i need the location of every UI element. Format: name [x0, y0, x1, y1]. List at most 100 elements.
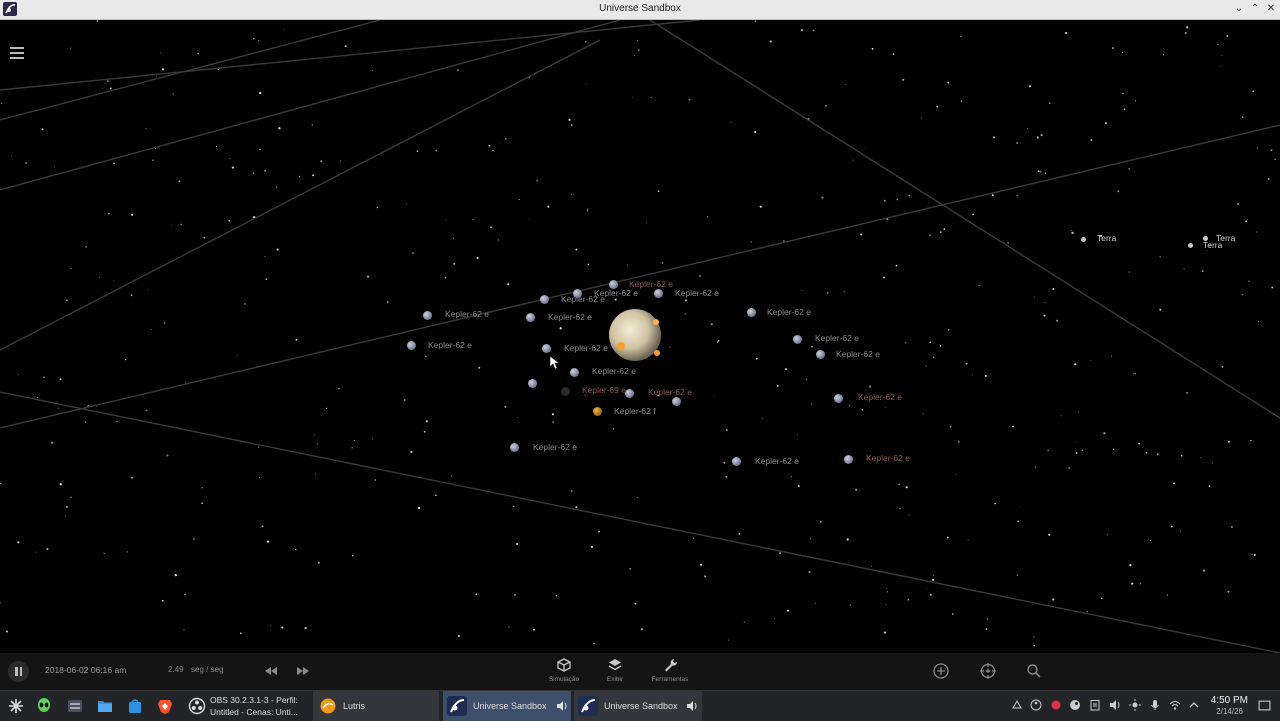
time-rate-value: 2.49	[168, 665, 184, 674]
planet-marker[interactable]	[407, 341, 416, 350]
planet-marker[interactable]	[542, 344, 551, 353]
planet-marker[interactable]	[528, 379, 537, 388]
planet-marker[interactable]	[561, 387, 570, 396]
pause-button[interactable]	[8, 661, 29, 682]
tool-label: Exibir	[590, 676, 640, 683]
planet-marker[interactable]	[423, 311, 432, 320]
planet-label[interactable]: Kepler-62 e	[648, 387, 692, 397]
planet-label[interactable]: Kepler-62 e	[767, 307, 811, 317]
planet-label[interactable]: Kepler-69 e	[582, 385, 626, 395]
planet-label[interactable]: Kepler-62 e	[815, 333, 859, 343]
planet-label[interactable]: Kepler-62 e	[836, 349, 880, 359]
fast-forward-icon[interactable]	[294, 662, 312, 680]
universe-sandbox-icon	[578, 696, 598, 716]
chevron-up-icon[interactable]	[1188, 699, 1200, 711]
planet-label[interactable]: Kepler-62 e	[428, 340, 472, 350]
tool-tools[interactable]: Ferramentas	[645, 657, 695, 683]
planet-marker[interactable]	[540, 295, 549, 304]
planet-label[interactable]: Kepler-62 e	[629, 279, 673, 289]
obs-icon	[188, 697, 206, 715]
planet-label[interactable]: Kepler-62 e	[564, 343, 608, 353]
planet-marker[interactable]	[834, 394, 843, 403]
window-title-bar: Universe Sandbox ⌄ ⌃ ✕	[0, 0, 1280, 20]
planet-label[interactable]: Terra	[1097, 233, 1116, 243]
chevron-up-icon[interactable]: ⌃	[1248, 2, 1262, 16]
brave-browser-icon[interactable]	[156, 697, 174, 715]
speaker-icon[interactable]	[686, 700, 698, 712]
layers-icon	[607, 657, 623, 673]
planet-label[interactable]: Kepler-62 e	[533, 442, 577, 452]
volume-icon[interactable]	[1109, 699, 1121, 711]
focus-target-icon[interactable]	[979, 662, 997, 680]
universe-task-title-2: Universe Sandbox	[604, 701, 678, 711]
brightness-icon[interactable]	[1129, 699, 1141, 711]
system-taskbar: OBS 30.2.3.1-3 - Perfil: Untitled - Cena…	[0, 690, 1280, 721]
tool-display[interactable]: Exibir	[590, 657, 640, 683]
file-manager-icon[interactable]	[96, 697, 114, 715]
clock-time[interactable]: 4:50 PM	[1206, 695, 1248, 706]
planet-label[interactable]: Kepler-62 e	[675, 288, 719, 298]
planet-marker[interactable]	[654, 289, 663, 298]
store-bag-icon[interactable]	[126, 697, 144, 715]
search-icon[interactable]	[1025, 662, 1043, 680]
notification-icon[interactable]	[1011, 699, 1023, 711]
close-icon[interactable]: ✕	[1264, 2, 1278, 16]
simulation-control-bar: 2018-06-02 06:16 am 2.49 seg / seg Simul…	[0, 653, 1280, 690]
planet-marker[interactable]	[816, 350, 825, 359]
obs-tray-icon[interactable]	[1030, 699, 1042, 711]
rewind-icon[interactable]	[262, 662, 280, 680]
taskbar-task-universe-sandbox-2[interactable]: Universe Sandbox	[574, 691, 702, 721]
clipboard-icon[interactable]	[1089, 699, 1101, 711]
microphone-icon[interactable]	[1149, 699, 1161, 711]
tool-simulation[interactable]: Simulação	[539, 657, 589, 683]
wifi-icon[interactable]	[1169, 699, 1181, 711]
space-viewport[interactable]: Kepler-62 eKepler-62 eKepler-62 eKepler-…	[0, 20, 1280, 653]
planet-marker[interactable]	[747, 308, 756, 317]
clock-date[interactable]: 2/14/26	[1206, 707, 1243, 716]
add-body-icon[interactable]	[932, 662, 950, 680]
planet-label[interactable]: Kepler-62 e	[445, 309, 489, 319]
alien-icon[interactable]	[35, 697, 53, 715]
taskbar-task-obs[interactable]: OBS 30.2.3.1-3 - Perfil: Untitled - Cena…	[184, 691, 310, 721]
planet-label[interactable]: Kepler-62 e	[755, 456, 799, 466]
planet-marker[interactable]	[844, 455, 853, 464]
planet-label[interactable]: Kepler-62 e	[548, 312, 592, 322]
tool-label: Ferramentas	[645, 676, 695, 683]
planet-label[interactable]: Kepler-62 e	[594, 288, 638, 298]
time-rate-unit: seg / seg	[191, 665, 223, 674]
planet-marker[interactable]	[570, 368, 579, 377]
speaker-icon[interactable]	[556, 700, 568, 712]
recording-icon[interactable]	[1050, 699, 1062, 711]
window-title: Universe Sandbox	[0, 3, 1280, 14]
planet-marker[interactable]	[1081, 237, 1086, 242]
planet-marker[interactable]	[526, 313, 535, 322]
planet-label[interactable]: Kepler-62 e	[592, 366, 636, 376]
mouse-cursor-icon	[550, 356, 560, 370]
planet-marker[interactable]	[593, 407, 602, 416]
taskbar-task-universe-sandbox-1[interactable]: Universe Sandbox	[443, 691, 571, 721]
start-menu-icon[interactable]	[7, 697, 25, 715]
simulation-date: 2018-06-02 06:16 am	[45, 665, 126, 675]
planet-marker[interactable]	[510, 443, 519, 452]
lutris-icon	[319, 697, 337, 715]
obs-task-title-1: OBS 30.2.3.1-3 - Perfil:	[210, 695, 298, 705]
wrench-icon	[662, 657, 678, 673]
planet-label[interactable]: Kepler-62 e	[866, 453, 910, 463]
taskbar-task-lutris[interactable]: Lutris	[313, 691, 439, 721]
steam-icon[interactable]	[1069, 699, 1081, 711]
planet-marker[interactable]	[672, 397, 681, 406]
planet-label[interactable]: Terra	[1216, 233, 1235, 243]
cube-icon	[556, 657, 572, 673]
planet-label[interactable]: Kepler-62 f	[614, 406, 656, 416]
universe-task-title-1: Universe Sandbox	[473, 701, 547, 711]
chevron-down-icon[interactable]: ⌄	[1232, 2, 1246, 16]
hamburger-menu-icon[interactable]	[10, 47, 24, 59]
settings-sliders-icon[interactable]	[66, 697, 84, 715]
planet-label[interactable]: Kepler-62 e	[858, 392, 902, 402]
show-desktop-icon[interactable]	[1258, 699, 1271, 712]
planet-marker[interactable]	[793, 335, 802, 344]
planet-marker[interactable]	[732, 457, 741, 466]
planet-marker[interactable]	[1188, 243, 1193, 248]
lutris-task-title: Lutris	[343, 701, 365, 711]
orbit-lines	[0, 20, 1280, 653]
